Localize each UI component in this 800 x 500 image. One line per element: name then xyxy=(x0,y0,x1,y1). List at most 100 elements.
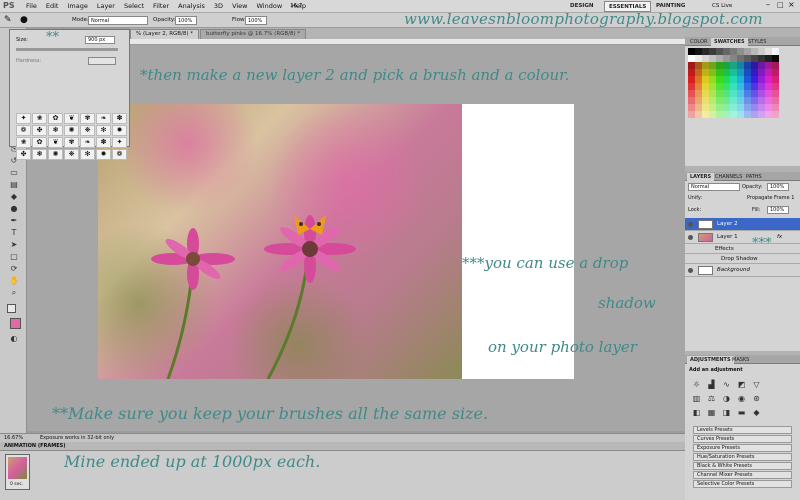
preset-black-white[interactable]: Black & White Presets xyxy=(693,462,792,470)
color-swatch[interactable] xyxy=(730,111,737,118)
color-swatch[interactable] xyxy=(772,111,779,118)
preset-hue-saturation[interactable]: Hue/Saturation Presets xyxy=(693,453,792,461)
brush-tip[interactable]: ✹ xyxy=(112,125,127,136)
color-swatch[interactable] xyxy=(688,69,695,76)
brush-tip[interactable]: ✽ xyxy=(112,113,127,124)
color-swatch[interactable] xyxy=(765,83,772,90)
color-swatch[interactable] xyxy=(716,111,723,118)
color-swatch[interactable] xyxy=(709,104,716,111)
menu-filter[interactable]: Filter xyxy=(153,2,169,10)
color-swatch[interactable] xyxy=(709,83,716,90)
color-swatch[interactable] xyxy=(737,76,744,83)
color-swatch[interactable] xyxy=(737,90,744,97)
menu-file[interactable]: File xyxy=(26,2,37,10)
blend-mode-select[interactable]: Normal xyxy=(688,183,740,191)
color-swatch[interactable] xyxy=(744,76,751,83)
menu-window[interactable]: Window xyxy=(257,2,283,10)
menu-3d[interactable]: 3D xyxy=(214,2,223,10)
color-swatch[interactable] xyxy=(751,97,758,104)
brush-tip[interactable]: ✻ xyxy=(96,125,111,136)
animation-frame-1[interactable]: 0 sec. xyxy=(5,454,30,490)
color-swatch[interactable] xyxy=(758,97,765,104)
color-swatch[interactable] xyxy=(765,90,772,97)
brush-tip[interactable]: ❃ xyxy=(32,149,47,160)
close-icon[interactable]: × xyxy=(788,0,795,9)
color-swatch[interactable] xyxy=(716,62,723,69)
type-icon[interactable]: T xyxy=(9,228,19,238)
brush-tip[interactable]: ✹ xyxy=(96,149,111,160)
color-swatch[interactable] xyxy=(723,90,730,97)
color-swatch[interactable] xyxy=(723,111,730,118)
menu-view[interactable]: View xyxy=(232,2,247,10)
color-swatch[interactable] xyxy=(737,69,744,76)
color-swatch[interactable] xyxy=(758,83,765,90)
color-swatch[interactable] xyxy=(702,83,709,90)
layer-row-background[interactable]: Background xyxy=(685,264,800,277)
color-swatch[interactable] xyxy=(772,48,779,55)
brush-tip[interactable]: ❧ xyxy=(96,113,111,124)
visibility-eye-icon[interactable] xyxy=(688,235,693,240)
brush-tip[interactable]: ❋ xyxy=(80,125,95,136)
menu-edit[interactable]: Edit xyxy=(46,2,59,10)
color-swatch[interactable] xyxy=(723,76,730,83)
invert-icon[interactable]: ◧ xyxy=(691,408,702,418)
brightness-icon[interactable]: ☼ xyxy=(691,380,702,390)
brush-tip[interactable]: ✤ xyxy=(16,149,31,160)
brush-tip[interactable]: ✻ xyxy=(80,149,95,160)
color-swatch[interactable] xyxy=(772,97,779,104)
color-swatch[interactable] xyxy=(716,104,723,111)
color-swatch[interactable] xyxy=(702,76,709,83)
color-swatch[interactable] xyxy=(751,90,758,97)
zoom-level[interactable]: 16.7 xyxy=(290,3,302,9)
eraser-icon[interactable]: ▭ xyxy=(9,168,19,178)
visibility-eye-icon[interactable] xyxy=(688,268,693,273)
color-swatch[interactable] xyxy=(709,62,716,69)
color-swatch[interactable] xyxy=(730,104,737,111)
black-white-icon[interactable]: ◑ xyxy=(721,394,732,404)
color-swatch[interactable] xyxy=(772,76,779,83)
shape-icon[interactable]: ▢ xyxy=(9,252,19,262)
color-swatch[interactable] xyxy=(702,104,709,111)
color-swatch[interactable] xyxy=(723,104,730,111)
color-swatch[interactable] xyxy=(702,48,709,55)
color-swatch[interactable] xyxy=(723,55,730,62)
brush-tip[interactable]: ✦ xyxy=(112,137,127,148)
color-swatch[interactable] xyxy=(695,48,702,55)
menu-analysis[interactable]: Analysis xyxy=(178,2,205,10)
color-swatch[interactable] xyxy=(744,48,751,55)
path-select-icon[interactable]: ➤ xyxy=(9,240,19,250)
color-swatch[interactable] xyxy=(772,69,779,76)
color-swatch[interactable] xyxy=(695,104,702,111)
layer-row-layer1[interactable]: Layer 1 fx xyxy=(685,231,800,244)
color-swatch[interactable] xyxy=(688,104,695,111)
foreground-color-swatch[interactable] xyxy=(10,318,21,329)
color-swatch[interactable] xyxy=(744,97,751,104)
color-swatch[interactable] xyxy=(730,90,737,97)
color-swatch[interactable] xyxy=(730,76,737,83)
color-swatch[interactable] xyxy=(758,48,765,55)
status-zoom[interactable]: 16.67% xyxy=(4,435,23,441)
color-swatch[interactable] xyxy=(695,55,702,62)
brush-tip[interactable]: ✽ xyxy=(96,137,111,148)
propagate-frame-checkbox[interactable]: Propagate Frame 1 xyxy=(747,195,794,201)
channel-mixer-icon[interactable]: ⊛ xyxy=(751,394,762,404)
tab-layers[interactable]: LAYERS xyxy=(687,173,715,181)
color-swatch[interactable] xyxy=(744,90,751,97)
color-swatch[interactable] xyxy=(765,111,772,118)
color-swatch[interactable] xyxy=(695,111,702,118)
color-swatch[interactable] xyxy=(758,111,765,118)
color-swatch[interactable] xyxy=(744,62,751,69)
preset-exposure[interactable]: Exposure Presets xyxy=(693,444,792,452)
color-swatch[interactable] xyxy=(688,90,695,97)
tab-layer2-doc[interactable]: % (Layer 2, RGB/8) * xyxy=(130,29,200,39)
tab-paths[interactable]: PATHS xyxy=(743,173,765,181)
tab-channels[interactable]: CHANNELS xyxy=(712,173,745,181)
menu-select[interactable]: Select xyxy=(124,2,144,10)
preset-levels[interactable]: Levels Presets xyxy=(693,426,792,434)
color-swatch[interactable] xyxy=(751,62,758,69)
tab-masks[interactable]: MASKS xyxy=(729,356,752,364)
color-swatch[interactable] xyxy=(688,111,695,118)
tab-styles[interactable]: STYLES xyxy=(745,38,769,46)
layer-opacity-input[interactable]: 100% xyxy=(767,183,789,191)
preset-selective-color[interactable]: Selective Color Presets xyxy=(693,480,792,488)
